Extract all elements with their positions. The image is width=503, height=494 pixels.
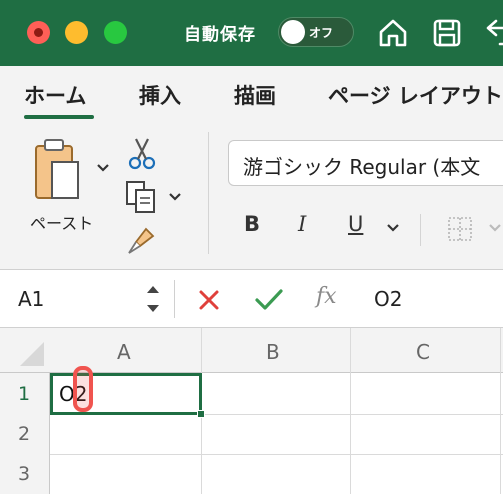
close-window-button[interactable]: [27, 21, 50, 44]
ribbon-tabs: ホーム 挿入 描画 ページ レイアウト: [0, 66, 503, 128]
formula-bar: A1 fx O2: [0, 270, 503, 328]
row-header-1[interactable]: 1: [18, 383, 30, 405]
paste-dropdown-chevron-icon[interactable]: [96, 162, 110, 174]
minimize-window-button[interactable]: [65, 21, 88, 44]
tab-page-layout[interactable]: ページ レイアウト: [328, 80, 503, 110]
select-all-corner-icon[interactable]: [18, 340, 46, 368]
confirm-entry-icon[interactable]: [254, 287, 284, 313]
paste-label: ペースト: [30, 214, 94, 233]
borders-icon[interactable]: [446, 215, 474, 243]
row-header-2[interactable]: 2: [18, 423, 30, 445]
font-name-combobox[interactable]: 游ゴシック Regular (本文: [228, 140, 503, 186]
copy-dropdown-chevron-icon[interactable]: [168, 191, 182, 203]
name-box[interactable]: A1: [18, 287, 44, 311]
copy-icon[interactable]: [124, 180, 158, 214]
tab-home[interactable]: ホーム: [24, 80, 86, 110]
tab-insert[interactable]: 挿入: [139, 80, 181, 110]
autosave-toggle-state: オフ: [309, 26, 334, 40]
format-painter-icon[interactable]: [126, 226, 156, 256]
font-name-value: 游ゴシック Regular (本文: [243, 155, 481, 179]
spreadsheet-grid: A B C 1 2 3 O2: [0, 328, 503, 494]
ribbon: ペースト 游ゴシック Regular (本文 B I U: [0, 128, 503, 270]
zoom-window-button[interactable]: [104, 21, 127, 44]
title-bar: 自動保存 オフ: [0, 0, 503, 66]
column-header-b[interactable]: B: [266, 340, 280, 364]
toggle-knob: [281, 20, 305, 44]
autosave-label: 自動保存: [184, 25, 256, 45]
bold-button[interactable]: B: [244, 212, 260, 236]
undo-icon[interactable]: [484, 16, 503, 50]
save-icon[interactable]: [430, 16, 464, 50]
column-divider: [500, 328, 501, 494]
row-divider: [50, 454, 503, 455]
tab-draw[interactable]: 描画: [234, 80, 276, 110]
ribbon-divider-small: [420, 214, 421, 246]
formula-content[interactable]: O2: [374, 287, 402, 311]
formula-bar-divider: [174, 280, 175, 318]
cancel-entry-icon[interactable]: [197, 288, 221, 312]
underline-button[interactable]: U: [348, 212, 363, 236]
text-cursor-highlight: [73, 366, 93, 412]
autosave-toggle[interactable]: オフ: [278, 17, 354, 47]
column-divider: [350, 328, 351, 494]
active-tab-indicator: [24, 115, 94, 119]
paste-icon[interactable]: [30, 138, 96, 208]
name-box-stepper-icon[interactable]: [144, 280, 162, 318]
fill-handle[interactable]: [197, 410, 205, 418]
home-icon[interactable]: [376, 16, 410, 50]
row-header-3[interactable]: 3: [18, 463, 30, 485]
italic-button[interactable]: I: [298, 212, 306, 236]
borders-dropdown-chevron-icon[interactable]: [488, 222, 502, 234]
column-header-c[interactable]: C: [416, 340, 430, 364]
cut-scissors-icon[interactable]: [128, 136, 156, 170]
column-header-a[interactable]: A: [117, 340, 131, 364]
ribbon-divider: [208, 132, 209, 254]
underline-dropdown-chevron-icon[interactable]: [386, 222, 400, 234]
insert-function-button[interactable]: fx: [316, 284, 337, 309]
